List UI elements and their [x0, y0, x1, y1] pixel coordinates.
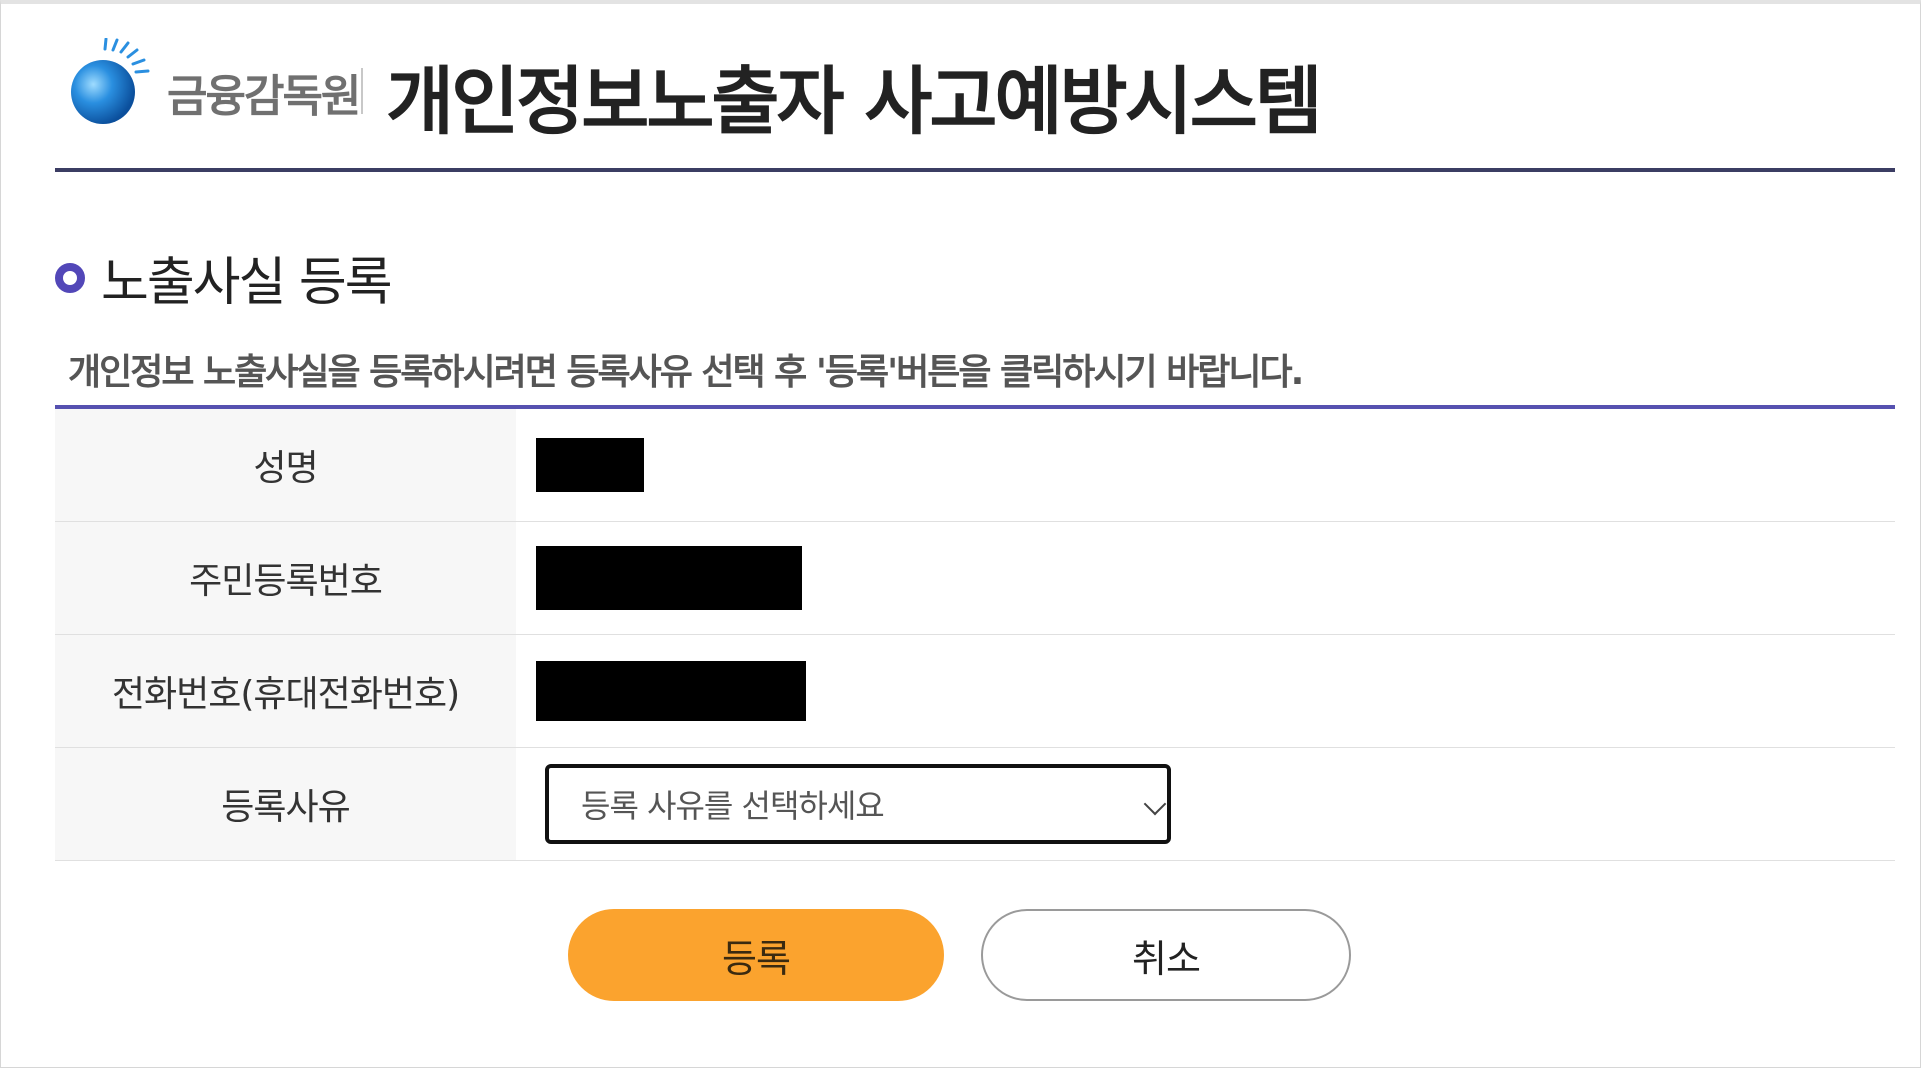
- reason-select[interactable]: 등록 사유를 선택하세요: [545, 764, 1171, 844]
- org-name: 금융감독원: [167, 71, 361, 122]
- row-label-reason: 등록사유: [55, 748, 516, 860]
- instruction-text: 개인정보 노출사실을 등록하시려면 등록사유 선택 후 '등록'버튼을 클릭하시…: [68, 352, 1304, 393]
- section-title: 노출사실 등록: [101, 253, 393, 313]
- reason-select-value: 등록 사유를 선택하세요: [581, 787, 885, 825]
- redacted-name: [536, 438, 644, 492]
- row-label-resident-number: 주민등록번호: [55, 522, 516, 634]
- ring-icon: [55, 262, 85, 293]
- form-row-resident-number: 주민등록번호: [55, 522, 1895, 635]
- register-button[interactable]: 등록: [568, 909, 944, 1001]
- site-header: 금융감독원 개인정보노출자 사고예방시스템: [55, 30, 1895, 170]
- form-row-reason: 등록사유 등록 사유를 선택하세요: [55, 748, 1895, 861]
- form-row-phone: 전화번호(휴대전화번호): [55, 635, 1895, 748]
- row-label-phone: 전화번호(휴대전화번호): [55, 635, 516, 747]
- registration-form: 성명 주민등록번호 전화번호(휴대전화번호) 등록사유 등록 사유를 선택하세요: [55, 409, 1895, 861]
- system-title: 개인정보노출자 사고예방시스템: [386, 59, 1323, 145]
- logo-divider: [361, 68, 363, 114]
- form-row-name: 성명: [55, 409, 1895, 522]
- section-heading: 노출사실 등록: [55, 240, 393, 315]
- redacted-resident-number: [536, 546, 802, 610]
- row-value-reason: 등록 사유를 선택하세요: [516, 748, 1895, 860]
- row-value-name: [516, 409, 1895, 521]
- fss-logo[interactable]: [63, 38, 153, 128]
- chevron-down-icon: [1143, 792, 1167, 816]
- header-divider: [55, 168, 1895, 172]
- row-value-phone: [516, 635, 1895, 747]
- redacted-phone: [536, 661, 806, 721]
- row-label-name: 성명: [55, 409, 516, 521]
- cancel-button[interactable]: 취소: [981, 909, 1351, 1001]
- row-value-resident-number: [516, 522, 1895, 634]
